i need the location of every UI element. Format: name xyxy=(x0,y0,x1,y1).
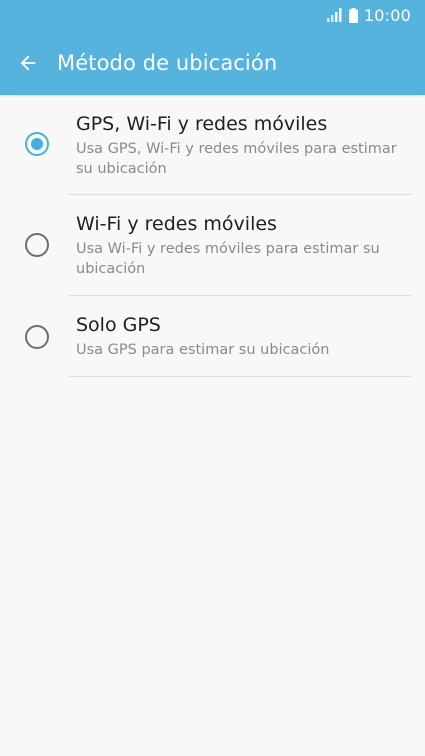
back-button[interactable] xyxy=(0,30,56,95)
radio-column xyxy=(0,95,68,195)
option-subtitle: Usa GPS, Wi-Fi y redes móviles para esti… xyxy=(76,139,412,179)
status-time: 10:00 xyxy=(363,5,411,25)
option-subtitle: Usa GPS para estimar su ubicación xyxy=(76,340,412,360)
signal-icon xyxy=(326,8,342,22)
option-subtitle-line: su ubicación xyxy=(76,161,167,177)
option-subtitle-line: Usa Wi-Fi y redes móviles para estimar s… xyxy=(76,241,380,257)
radio-column xyxy=(0,195,68,296)
option-subtitle: Usa Wi-Fi y redes móviles para estimar s… xyxy=(76,239,412,279)
option-text: GPS, Wi-Fi y redes móviles Usa GPS, Wi-F… xyxy=(68,95,412,195)
location-method-list: GPS, Wi-Fi y redes móviles Usa GPS, Wi-F… xyxy=(0,95,425,377)
option-subtitle-line: Usa GPS, Wi-Fi y redes móviles para esti… xyxy=(76,141,397,157)
app-bar: Método de ubicación xyxy=(0,30,425,95)
battery-icon xyxy=(348,7,358,23)
option-title: Wi-Fi y redes móviles xyxy=(76,213,277,235)
status-icons: 10:00 xyxy=(326,0,411,30)
option-wifi-mobile[interactable]: Wi-Fi y redes móviles Usa Wi-Fi y redes … xyxy=(0,195,425,296)
option-gps-only[interactable]: Solo GPS Usa GPS para estimar su ubicaci… xyxy=(0,296,425,377)
option-subtitle-line: Usa GPS para estimar su ubicación xyxy=(76,342,330,358)
radio-button-selected[interactable] xyxy=(25,132,49,156)
radio-button[interactable] xyxy=(25,233,49,257)
option-subtitle-line: ubicación xyxy=(76,261,146,277)
option-title: GPS, Wi-Fi y redes móviles xyxy=(76,113,328,135)
option-gps-wifi-mobile[interactable]: GPS, Wi-Fi y redes móviles Usa GPS, Wi-F… xyxy=(0,95,425,195)
option-title: Solo GPS xyxy=(76,314,161,336)
arrow-back-icon xyxy=(20,55,36,70)
radio-button[interactable] xyxy=(25,325,49,349)
option-text: Wi-Fi y redes móviles Usa Wi-Fi y redes … xyxy=(68,195,412,296)
radio-column xyxy=(0,296,68,377)
status-bar: 10:00 xyxy=(0,0,425,30)
page-title: Método de ubicación xyxy=(57,50,278,75)
option-text: Solo GPS Usa GPS para estimar su ubicaci… xyxy=(68,296,412,377)
